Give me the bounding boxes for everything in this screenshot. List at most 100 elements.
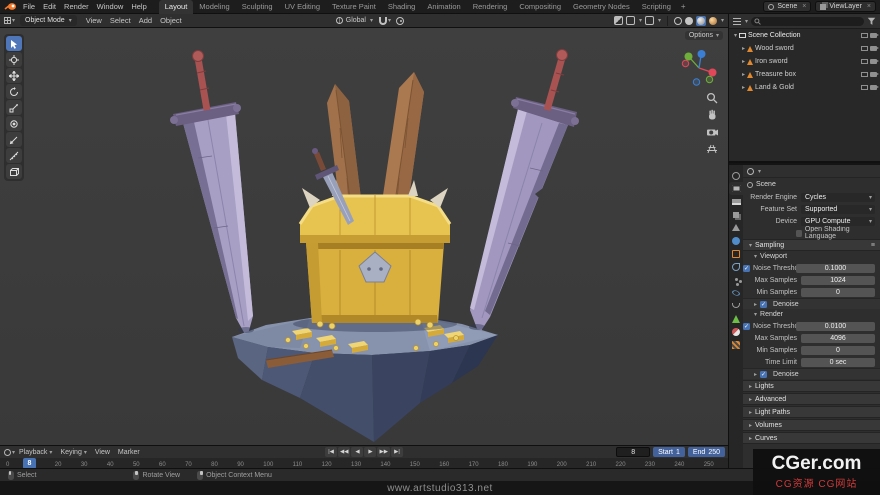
app-menu-item[interactable]: Help bbox=[127, 2, 150, 11]
playback-menu[interactable]: Playback ▾ bbox=[15, 449, 56, 456]
workspace-tab[interactable]: Scripting bbox=[636, 0, 677, 14]
tab-particles[interactable] bbox=[729, 273, 743, 286]
transport-button[interactable]: ◀ bbox=[351, 447, 364, 457]
outliner-object-row[interactable]: ▸ Treasure box bbox=[729, 68, 880, 81]
render-denoise-checkbox[interactable]: ✓ bbox=[760, 370, 768, 378]
tab-render[interactable] bbox=[729, 182, 743, 195]
workspace-tab[interactable]: Compositing bbox=[513, 0, 567, 14]
tab-modifiers[interactable] bbox=[729, 260, 743, 273]
viewport-menu-item[interactable]: Add bbox=[135, 16, 156, 25]
render-subsection-header[interactable]: ▾ Render bbox=[743, 309, 880, 320]
camera-view-icon[interactable] bbox=[706, 126, 718, 138]
viewlayer-selector[interactable]: ViewLayer × bbox=[815, 1, 876, 12]
scene-unlink-button[interactable]: × bbox=[802, 3, 806, 10]
tool-cursor[interactable] bbox=[6, 52, 22, 67]
viewport-noise-threshold-field[interactable]: 0.1000 bbox=[796, 263, 875, 273]
outliner-editor-icon[interactable] bbox=[733, 17, 741, 25]
feature-set-dropdown[interactable]: Supported ▾ bbox=[801, 204, 875, 214]
viewport-min-samples-field[interactable]: 0 bbox=[801, 287, 875, 297]
osl-checkbox[interactable] bbox=[795, 229, 802, 237]
keying-menu[interactable]: Keying ▾ bbox=[56, 449, 90, 456]
visibility-icon[interactable] bbox=[861, 59, 868, 64]
app-menu-item[interactable]: Edit bbox=[39, 2, 60, 11]
shading-caret[interactable]: ▾ bbox=[721, 17, 724, 24]
visibility-icon[interactable] bbox=[861, 85, 868, 90]
render-denoise-header[interactable]: ▸ ✓ Denoise bbox=[743, 368, 880, 379]
tab-output[interactable] bbox=[729, 195, 743, 208]
tab-object[interactable] bbox=[729, 247, 743, 260]
tab-world[interactable] bbox=[729, 234, 743, 247]
workspace-tab[interactable]: Layout bbox=[158, 0, 194, 14]
tab-material[interactable] bbox=[729, 325, 743, 338]
time-limit-field[interactable]: 0 sec bbox=[801, 357, 875, 367]
overlays-caret[interactable]: ▾ bbox=[639, 17, 642, 24]
outliner-object-row[interactable]: ▸ Land & Gold bbox=[729, 81, 880, 94]
blender-logo-icon[interactable] bbox=[4, 2, 17, 11]
workspace-tab[interactable]: Texture Paint bbox=[326, 0, 382, 14]
marker-menu[interactable]: Marker bbox=[114, 449, 144, 456]
tab-tool[interactable] bbox=[729, 169, 743, 182]
render-visibility-icon[interactable] bbox=[870, 33, 879, 38]
object-expand-caret[interactable]: ▸ bbox=[742, 45, 745, 52]
viewport-3d[interactable]: Options ▾ bbox=[0, 28, 728, 445]
tool-rotate[interactable] bbox=[6, 84, 22, 99]
render-visibility-icon[interactable] bbox=[870, 72, 879, 77]
workspace-tab[interactable]: Rendering bbox=[467, 0, 514, 14]
app-menu-item[interactable]: File bbox=[19, 2, 39, 11]
properties-editor-icon[interactable] bbox=[747, 167, 754, 175]
noise-threshold-checkbox[interactable]: ✓ bbox=[743, 264, 750, 272]
collapsed-section-header[interactable]: ▸ Volumes bbox=[743, 419, 880, 431]
outliner-row-scene-collection[interactable]: ▾ Scene Collection bbox=[729, 29, 880, 42]
viewport-max-samples-field[interactable]: 1024 bbox=[801, 275, 875, 285]
view-menu[interactable]: View bbox=[91, 449, 114, 456]
render-visibility-icon[interactable] bbox=[870, 46, 879, 51]
viewport-canvas[interactable] bbox=[0, 28, 728, 445]
presets-menu-icon[interactable]: ≡ bbox=[871, 242, 875, 249]
orientation-dropdown[interactable]: Global ▾ bbox=[335, 17, 373, 24]
frame-end-field[interactable]: End 250 bbox=[687, 447, 725, 457]
collapsed-section-header[interactable]: ▸ Advanced bbox=[743, 393, 880, 405]
transport-button[interactable]: ▶| bbox=[390, 447, 403, 457]
transport-button[interactable]: |◀ bbox=[325, 447, 338, 457]
scene-selector[interactable]: Scene × bbox=[763, 1, 812, 12]
outliner-search-input[interactable] bbox=[751, 16, 864, 26]
render-min-samples-field[interactable]: 0 bbox=[801, 345, 875, 355]
tab-texture[interactable] bbox=[729, 338, 743, 351]
object-expand-caret[interactable]: ▸ bbox=[742, 58, 745, 65]
collapsed-section-header[interactable]: ▸ Lights bbox=[743, 380, 880, 392]
render-noise-threshold-field[interactable]: 0.0100 bbox=[796, 321, 875, 331]
render-engine-dropdown[interactable]: Cycles ▾ bbox=[801, 192, 875, 202]
viewport-menu-item[interactable]: View bbox=[82, 16, 106, 25]
workspace-tab[interactable]: Sculpting bbox=[236, 0, 279, 14]
tool-measure[interactable] bbox=[6, 148, 22, 163]
proportional-edit-icon[interactable] bbox=[396, 16, 405, 25]
noise-threshold-checkbox[interactable]: ✓ bbox=[743, 322, 750, 330]
viewlayer-remove-button[interactable]: × bbox=[867, 3, 871, 10]
visibility-icon[interactable] bbox=[861, 46, 868, 51]
gizmos-toggle-icon[interactable] bbox=[644, 16, 654, 25]
shading-wireframe-icon[interactable] bbox=[673, 16, 682, 25]
transport-button[interactable]: ▶▶ bbox=[377, 447, 390, 457]
render-max-samples-field[interactable]: 4096 bbox=[801, 333, 875, 343]
object-expand-caret[interactable]: ▸ bbox=[742, 84, 745, 91]
workspace-tab[interactable]: Geometry Nodes bbox=[567, 0, 636, 14]
visibility-icon[interactable] bbox=[861, 33, 868, 38]
mode-dropdown[interactable]: Object Mode ▾ bbox=[20, 15, 77, 26]
workspace-tab[interactable]: UV Editing bbox=[279, 0, 326, 14]
tool-add-cube[interactable] bbox=[6, 164, 22, 179]
shading-rendered-icon[interactable] bbox=[708, 16, 717, 25]
tool-annotate[interactable] bbox=[6, 132, 22, 147]
pan-hand-icon[interactable] bbox=[706, 109, 718, 121]
gizmos-caret[interactable]: ▾ bbox=[658, 17, 661, 24]
workspace-tab[interactable]: Modeling bbox=[193, 0, 235, 14]
workspace-tab[interactable]: Shading bbox=[382, 0, 422, 14]
tab-constraints[interactable] bbox=[729, 299, 743, 312]
current-frame-field[interactable]: 8 bbox=[616, 447, 651, 457]
object-expand-caret[interactable]: ▸ bbox=[742, 71, 745, 78]
zoom-icon[interactable] bbox=[706, 92, 718, 104]
shading-material-active[interactable] bbox=[695, 15, 706, 26]
tool-scale[interactable] bbox=[6, 100, 22, 115]
viewport-menu-item[interactable]: Select bbox=[106, 16, 135, 25]
navigation-gizmo[interactable] bbox=[679, 48, 719, 88]
timeline-editor-icon[interactable] bbox=[4, 448, 11, 456]
